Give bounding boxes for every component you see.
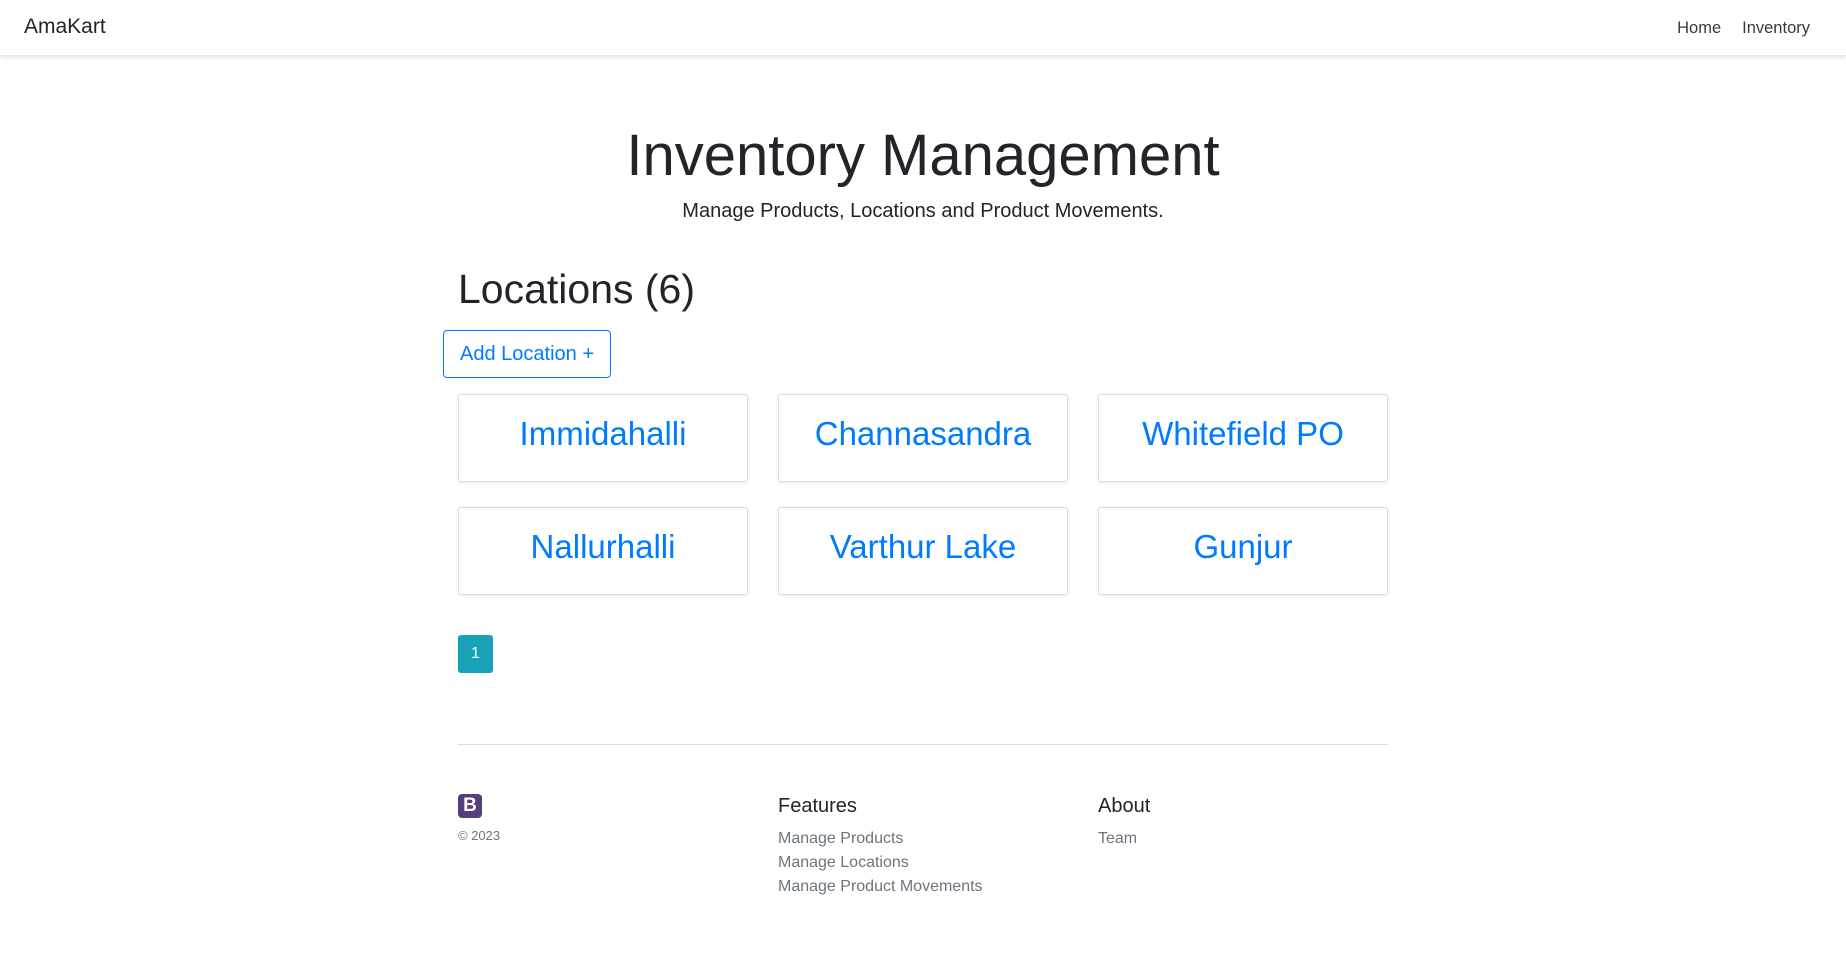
footer-link-manage-product-movements[interactable]: Manage Product Movements — [778, 875, 983, 899]
footer-features-list: Manage Products Manage Locations Manage … — [778, 827, 983, 899]
location-card-grid: Immidahalli Channasandra Whitefield PO N… — [458, 394, 1388, 595]
locations-heading: Locations (6) — [458, 266, 696, 312]
footer-link-manage-products[interactable]: Manage Products — [778, 827, 983, 851]
location-card[interactable]: Whitefield PO — [1098, 394, 1388, 482]
location-card-title[interactable]: Varthur Lake — [779, 528, 1067, 566]
location-card-title[interactable]: Gunjur — [1099, 528, 1387, 566]
location-card-title[interactable]: Nallurhalli — [459, 528, 747, 566]
footer-about-list: Team — [1098, 827, 1150, 851]
top-navbar: AmaKart Home Inventory — [0, 0, 1846, 56]
footer-divider — [458, 744, 1388, 745]
footer-link-team[interactable]: Team — [1098, 827, 1150, 851]
location-card[interactable]: Varthur Lake — [778, 507, 1068, 595]
copyright-text: © 2023 — [458, 828, 501, 843]
location-card-title[interactable]: Whitefield PO — [1099, 415, 1387, 453]
bootstrap-logo-icon: B — [458, 794, 482, 818]
footer-about-heading: About — [1098, 795, 1151, 817]
location-card[interactable]: Channasandra — [778, 394, 1068, 482]
nav-link-inventory[interactable]: Inventory — [1742, 19, 1810, 38]
location-card[interactable]: Immidahalli — [458, 394, 748, 482]
page-title: Inventory Management — [626, 123, 1220, 188]
nav-link-home[interactable]: Home — [1677, 19, 1721, 38]
page-subtitle: Manage Products, Locations and Product M… — [682, 200, 1164, 222]
nav-links: Home Inventory — [1677, 19, 1810, 38]
footer-features-heading: Features — [778, 795, 857, 817]
brand-link[interactable]: AmaKart — [24, 15, 106, 39]
footer-link-manage-locations[interactable]: Manage Locations — [778, 851, 983, 875]
location-card-title[interactable]: Channasandra — [779, 415, 1067, 453]
location-card[interactable]: Nallurhalli — [458, 507, 748, 595]
footer-about-column: About Team — [1098, 795, 1150, 851]
add-location-button[interactable]: Add Location + — [443, 330, 611, 378]
pagination-page-button[interactable]: 1 — [458, 635, 493, 673]
location-card-title[interactable]: Immidahalli — [459, 415, 747, 453]
footer-features-column: Features Manage Products Manage Location… — [778, 795, 983, 899]
location-card[interactable]: Gunjur — [1098, 507, 1388, 595]
